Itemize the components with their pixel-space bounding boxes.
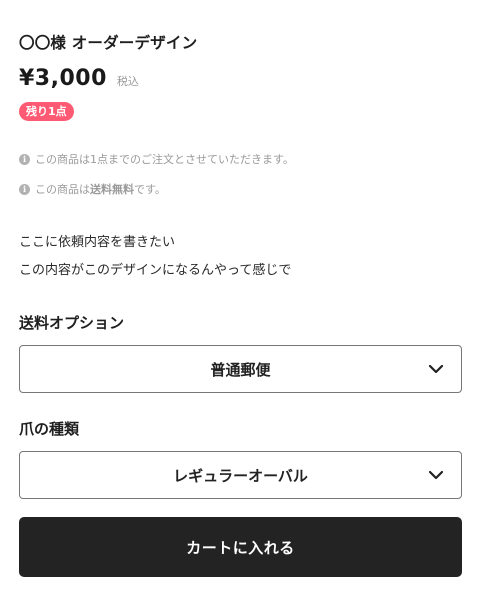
chevron-down-icon: [428, 364, 444, 374]
nail-type-value: レギュラーオーバル: [173, 466, 308, 485]
shipping-option-value: 普通郵便: [210, 360, 271, 379]
info-icon: i: [19, 183, 30, 195]
nail-type-select[interactable]: レギュラーオーバル: [19, 451, 462, 499]
tax-label: 税込: [116, 75, 139, 88]
free-shipping-prefix: この商品は: [35, 183, 90, 196]
free-shipping-bold: 送料無料: [90, 183, 134, 196]
description-line: ここに依頼内容を書きたい: [19, 235, 176, 250]
nail-type-label: 爪の種類: [19, 420, 80, 438]
product-title: 〇〇様 オーダーデザイン: [19, 34, 198, 52]
price-row: ¥3,000 税込: [19, 66, 139, 91]
shipping-option-label: 送料オプション: [19, 314, 125, 332]
stock-badge: 残り1点: [19, 102, 74, 121]
info-icon: i: [19, 153, 30, 165]
product-price: ¥3,000: [19, 66, 107, 91]
chevron-down-icon: [428, 470, 444, 480]
description-line: この内容がこのデザインになるんやって感じで: [19, 263, 292, 278]
shipping-option-select[interactable]: 普通郵便: [19, 345, 462, 393]
order-limit-text: この商品は1点までのご注文とさせていただきます。: [35, 153, 294, 166]
add-to-cart-button[interactable]: カートに入れる: [19, 517, 462, 577]
free-shipping-suffix: です。: [134, 183, 166, 196]
free-shipping-note: i この商品は 送料無料 です。: [19, 181, 166, 197]
order-limit-note: i この商品は1点までのご注文とさせていただきます。: [19, 151, 294, 167]
product-page: 〇〇様 オーダーデザイン ¥3,000 税込 残り1点 i この商品は1点までの…: [0, 0, 482, 601]
